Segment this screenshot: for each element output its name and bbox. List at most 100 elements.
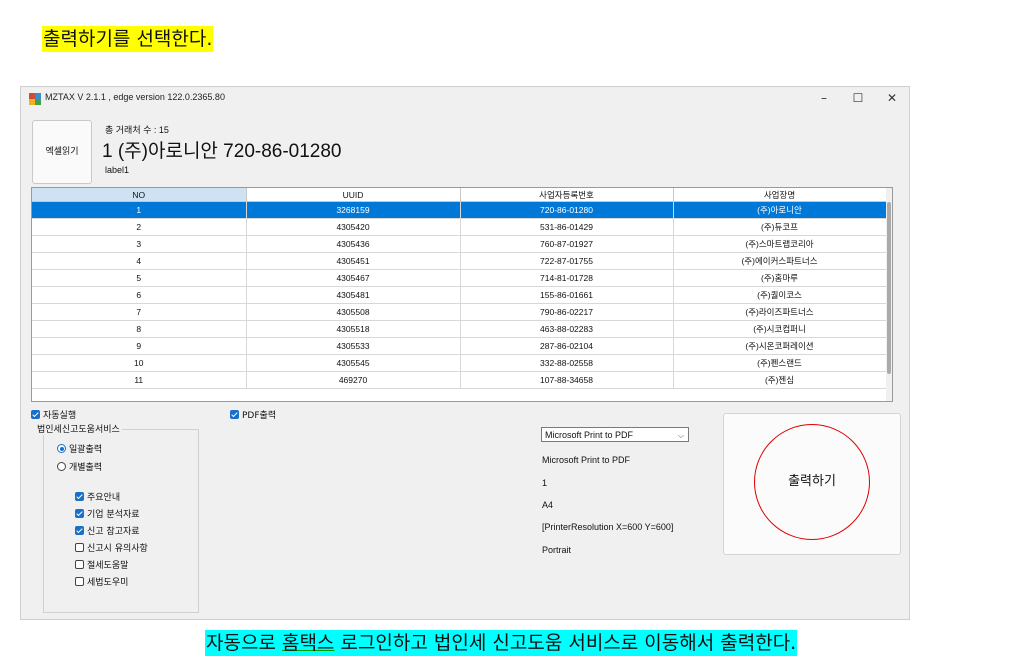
column-header-uuid[interactable]: UUID <box>246 188 461 202</box>
chevron-down-icon: ⌵ <box>677 431 684 440</box>
cell-bizno: 790-86-02217 <box>460 303 674 321</box>
app-window: MZTAX V 2.1.1 , edge version 122.0.2365.… <box>20 86 910 620</box>
table-row[interactable]: 5 4305467 714-81-01728 (주)홈마루 <box>32 269 887 287</box>
grid-scrollbar[interactable] <box>886 188 892 401</box>
cell-uuid: 4305436 <box>246 235 461 253</box>
cell-no: 4 <box>32 252 247 270</box>
cell-name: (주)젠심 <box>673 371 887 389</box>
radio-selected-icon <box>57 444 66 453</box>
cell-uuid: 4305508 <box>246 303 461 321</box>
table-row[interactable]: 1 3268159 720-86-01280 (주)아로니안 <box>32 201 887 219</box>
cell-uuid: 4305545 <box>246 354 461 372</box>
title-bar: MZTAX V 2.1.1 , edge version 122.0.2365.… <box>21 87 909 111</box>
cell-uuid: 4305518 <box>246 320 461 338</box>
checkbox-checked-icon <box>75 526 84 535</box>
checkbox-checked-icon <box>230 410 239 419</box>
cell-bizno: 107-88-34658 <box>460 371 674 389</box>
cell-name: (주)아로니안 <box>673 201 887 219</box>
cell-name: (주)듀코프 <box>673 218 887 236</box>
checkbox-item[interactable]: 세법도우미 <box>75 571 128 590</box>
cell-bizno: 714-81-01728 <box>460 269 674 287</box>
cell-no: 10 <box>32 354 247 372</box>
cell-name: (주)에이커스파트너스 <box>673 252 887 270</box>
print-button-panel[interactable]: 출력하기 <box>723 413 901 555</box>
cell-uuid: 4305451 <box>246 252 461 270</box>
table-row[interactable]: 7 4305508 790-86-02217 (주)라이즈파트너스 <box>32 303 887 321</box>
bottom-caption-part2: 로그인하고 법인세 신고도움 서비스로 이동해서 출력한다. <box>334 632 797 654</box>
cell-uuid: 4305481 <box>246 286 461 304</box>
cell-no: 9 <box>32 337 247 355</box>
cell-uuid: 469270 <box>246 371 461 389</box>
cell-uuid: 4305533 <box>246 337 461 355</box>
printer-orientation: Portrait <box>542 545 572 555</box>
cell-no: 6 <box>32 286 247 304</box>
radio-all-label: 일괄출력 <box>69 445 103 455</box>
column-header-bizno[interactable]: 사업자등록번호 <box>460 188 674 202</box>
checkbox-item-label: 신고 참고자료 <box>87 527 140 537</box>
printer-select[interactable]: Microsoft Print to PDF ⌵ <box>541 427 689 442</box>
cell-no: 1 <box>32 201 247 219</box>
cell-uuid: 3268159 <box>246 201 461 219</box>
pdf-output-checkbox[interactable]: PDF출력 <box>230 404 276 423</box>
pdf-output-label: PDF출력 <box>242 411 277 421</box>
close-button[interactable]: ✕ <box>875 87 909 111</box>
cell-no: 7 <box>32 303 247 321</box>
table-row[interactable]: 2 4305420 531-86-01429 (주)듀코프 <box>32 218 887 236</box>
scrollbar-thumb[interactable] <box>887 202 891 374</box>
table-row[interactable]: 6 4305481 155-86-01661 (주)퀄이코스 <box>32 286 887 304</box>
total-count-label: 총 거래처 수 : 15 <box>105 125 169 135</box>
cell-uuid: 4305467 <box>246 269 461 287</box>
table-row[interactable]: 4 4305451 722-87-01755 (주)에이커스파트너스 <box>32 252 887 270</box>
cell-no: 8 <box>32 320 247 338</box>
table-row[interactable]: 11 469270 107-88-34658 (주)젠심 <box>32 371 887 389</box>
column-header-no[interactable]: NO <box>32 188 247 202</box>
checkbox-item-label: 주요안내 <box>87 493 121 503</box>
printer-copies: 1 <box>542 478 548 488</box>
excel-read-button[interactable]: 엑셀읽기 <box>32 120 92 184</box>
cell-bizno: 463-88-02283 <box>460 320 674 338</box>
printer-select-value: Microsoft Print to PDF <box>545 430 634 440</box>
checkbox-item-label: 세법도우미 <box>87 578 129 588</box>
checkbox-item-label: 신고시 유의사항 <box>87 544 148 554</box>
cell-bizno: 720-86-01280 <box>460 201 674 219</box>
app-icon <box>29 93 41 105</box>
checkbox-unchecked-icon <box>75 560 84 569</box>
status-label: label1 <box>105 165 130 175</box>
print-button[interactable]: 출력하기 <box>754 424 870 540</box>
cell-name: (주)홈마루 <box>673 269 887 287</box>
printer-resolution: [PrinterResolution X=600 Y=600] <box>542 522 674 532</box>
cell-name: (주)퀄이코스 <box>673 286 887 304</box>
cell-bizno: 155-86-01661 <box>460 286 674 304</box>
bottom-caption: 자동으로 홈택스 로그인하고 법인세 신고도움 서비스로 이동해서 출력한다. <box>205 630 798 656</box>
cell-bizno: 722-87-01755 <box>460 252 674 270</box>
checkbox-item-label: 절세도움말 <box>87 561 129 571</box>
auto-run-label: 자동실행 <box>43 411 77 421</box>
table-row[interactable]: 10 4305545 332-88-02558 (주)펜스랜드 <box>32 354 887 372</box>
radio-unselected-icon <box>57 462 66 471</box>
window-title: MZTAX V 2.1.1 , edge version 122.0.2365.… <box>45 92 225 102</box>
bottom-caption-part1: 자동으로 <box>206 632 282 654</box>
checkbox-checked-icon <box>75 492 84 501</box>
cell-no: 2 <box>32 218 247 236</box>
table-row[interactable]: 9 4305533 287-86-02104 (주)시온코퍼레이션 <box>32 337 887 355</box>
grid-header-row: NO UUID 사업자등록번호 사업장명 <box>32 188 887 202</box>
cell-no: 11 <box>32 371 247 389</box>
checkbox-checked-icon <box>31 410 40 419</box>
radio-each-output[interactable]: 개별출력 <box>57 456 102 475</box>
auto-run-checkbox[interactable]: 자동실행 <box>31 404 76 423</box>
column-header-name[interactable]: 사업장명 <box>673 188 887 202</box>
maximize-button[interactable]: ☐ <box>841 87 875 111</box>
cell-bizno: 287-86-02104 <box>460 337 674 355</box>
radio-all-output[interactable]: 일괄출력 <box>57 438 102 457</box>
group-title: 법인세신고도움서비스 <box>35 422 122 435</box>
table-row[interactable]: 3 4305436 760-87-01927 (주)스마트랩코리아 <box>32 235 887 253</box>
printer-paper: A4 <box>542 500 554 510</box>
top-caption: 출력하기를 선택한다. <box>42 26 214 52</box>
table-row[interactable]: 8 4305518 463-88-02283 (주)시코컴퍼니 <box>32 320 887 338</box>
radio-each-label: 개별출력 <box>69 463 103 473</box>
checkbox-checked-icon <box>75 509 84 518</box>
cell-name: (주)라이즈파트너스 <box>673 303 887 321</box>
bottom-caption-hometax: 홈택스 <box>281 632 335 654</box>
company-grid[interactable]: NO UUID 사업자등록번호 사업장명 1 3268159 720-86-0128… <box>31 187 893 402</box>
minimize-button[interactable]: – <box>807 87 841 111</box>
